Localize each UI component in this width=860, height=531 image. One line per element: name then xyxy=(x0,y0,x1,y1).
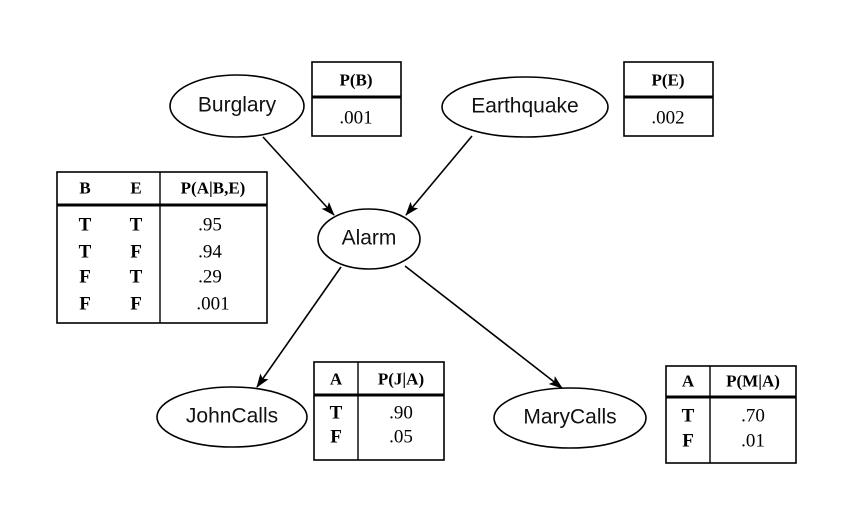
cpt-alarm-header-e: E xyxy=(130,179,141,198)
cpt-alarm-header-b: B xyxy=(79,179,90,198)
node-label-earthquake: Earthquake xyxy=(471,95,578,118)
cpt-earthquake: P(E) .002 xyxy=(623,61,714,137)
cpt-burglary: P(B) .001 xyxy=(311,61,402,137)
cpt-johncalls-header-a: A xyxy=(330,370,343,389)
cpt-alarm-cell: .95 xyxy=(198,215,222,236)
cpt-alarm-cell: F xyxy=(130,294,142,315)
cpt-alarm-cell: F xyxy=(79,294,91,315)
cpt-johncalls: A P(J|A) T .90 F .05 xyxy=(313,361,445,461)
node-marycalls: MaryCalls xyxy=(493,387,647,449)
cpt-alarm-cell: .29 xyxy=(198,267,222,288)
cpt-alarm-cell: .001 xyxy=(196,294,229,315)
edge-earthquake-alarm xyxy=(405,135,473,216)
cpt-alarm-cell: .94 xyxy=(198,242,222,263)
cpt-marycalls: A P(M|A) T .70 F .01 xyxy=(665,365,797,464)
cpt-earthquake-value: .002 xyxy=(651,108,684,129)
cpt-alarm-cell: F xyxy=(130,242,142,263)
cpt-marycalls-header-a: A xyxy=(682,372,695,391)
cpt-johncalls-cell: F xyxy=(330,427,342,448)
cpt-marycalls-cell: .70 xyxy=(741,406,765,427)
cpt-johncalls-cell: .90 xyxy=(389,403,413,424)
node-earthquake: Earthquake xyxy=(441,76,609,138)
cpt-alarm-cell: F xyxy=(79,267,91,288)
cpt-alarm-header-prob: P(A|B,E) xyxy=(181,179,246,198)
node-johncalls: JohnCalls xyxy=(156,386,308,448)
cpt-alarm: B E P(A|B,E) T T .95 T F .94 F T .29 F F… xyxy=(56,171,268,324)
node-label-alarm: Alarm xyxy=(342,227,397,250)
bayesian-network-diagram: Burglary Earthquake Alarm JohnCalls Mary… xyxy=(56,61,797,464)
cpt-alarm-cell: T xyxy=(79,242,92,263)
cpt-alarm-cell: T xyxy=(130,267,143,288)
edge-burglary-alarm xyxy=(262,136,335,216)
cpt-alarm-cell: T xyxy=(79,215,92,236)
node-label-marycalls: MaryCalls xyxy=(523,406,616,429)
node-burglary: Burglary xyxy=(169,74,305,138)
cpt-marycalls-cell: T xyxy=(682,406,695,427)
cpt-johncalls-cell: T xyxy=(330,403,343,424)
cpt-marycalls-header-prob: P(M|A) xyxy=(726,372,780,391)
cpt-earthquake-header: P(E) xyxy=(651,71,684,90)
node-label-johncalls: JohnCalls xyxy=(186,405,278,428)
cpt-burglary-header: P(B) xyxy=(339,71,372,90)
node-alarm: Alarm xyxy=(317,208,421,270)
cpt-marycalls-cell: F xyxy=(682,431,694,452)
cpt-johncalls-cell: .05 xyxy=(389,427,413,448)
cpt-burglary-value: .001 xyxy=(339,108,372,129)
cpt-alarm-cell: T xyxy=(130,215,143,236)
node-label-burglary: Burglary xyxy=(198,94,277,117)
cpt-johncalls-header-prob: P(J|A) xyxy=(378,370,424,389)
cpt-marycalls-cell: .01 xyxy=(741,431,765,452)
